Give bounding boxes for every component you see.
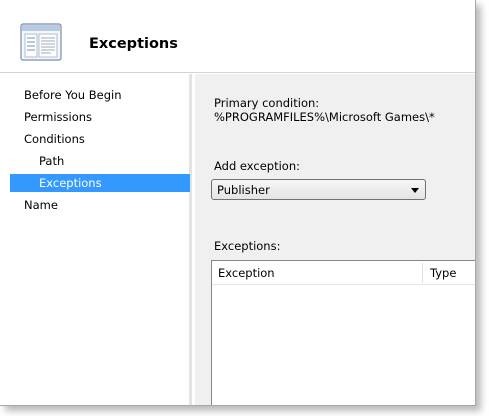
column-header-exception[interactable]: Exception <box>212 261 422 285</box>
primary-condition-value: %PROGRAMFILES%\Microsoft Games\* <box>214 110 435 124</box>
wizard-steps-nav: Before You Begin Permissions Conditions … <box>0 74 192 405</box>
nav-item-name[interactable]: Name <box>10 196 190 214</box>
page-title: Exceptions <box>89 36 178 52</box>
wizard-page-icon <box>20 23 62 61</box>
exceptions-list[interactable]: Exception Type <box>211 260 475 405</box>
add-exception-label: Add exception: <box>214 159 300 173</box>
exceptions-list-header: Exception Type <box>212 261 475 285</box>
primary-condition-label: Primary condition: <box>214 96 320 110</box>
column-separator[interactable] <box>422 263 423 283</box>
wizard-content: Primary condition: %PROGRAMFILES%\Micros… <box>195 74 475 405</box>
wizard-window: Exceptions Before You Begin Permissions … <box>0 0 476 406</box>
exceptions-list-label: Exceptions: <box>214 239 281 253</box>
nav-item-permissions[interactable]: Permissions <box>10 108 190 126</box>
chevron-down-icon <box>411 188 419 193</box>
nav-item-before-you-begin[interactable]: Before You Begin <box>10 86 190 104</box>
column-header-type[interactable]: Type <box>424 261 475 285</box>
nav-item-conditions[interactable]: Conditions <box>10 130 190 148</box>
add-exception-dropdown[interactable]: Publisher <box>211 179 426 200</box>
nav-item-path[interactable]: Path <box>10 152 190 170</box>
wizard-header: Exceptions <box>0 0 475 73</box>
add-exception-selected-value: Publisher <box>217 183 270 197</box>
nav-item-exceptions[interactable]: Exceptions <box>10 174 190 192</box>
